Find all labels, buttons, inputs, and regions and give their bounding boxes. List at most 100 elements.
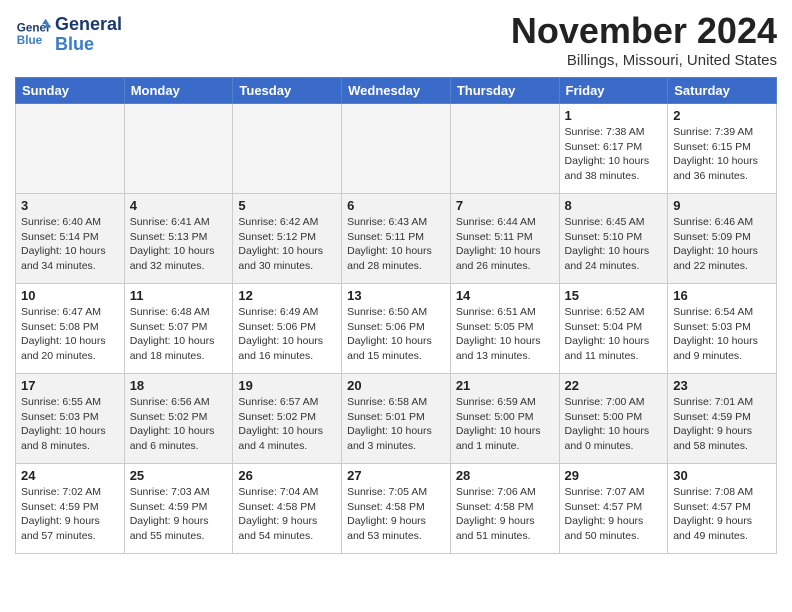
day-info: Sunrise: 6:50 AM Sunset: 5:06 PM Dayligh… [347, 305, 445, 364]
day-number: 26 [238, 468, 336, 483]
day-number: 6 [347, 198, 445, 213]
day-number: 28 [456, 468, 554, 483]
calendar-cell: 26 Sunrise: 7:04 AM Sunset: 4:58 PM Dayli… [233, 464, 342, 554]
calendar-cell: 3 Sunrise: 6:40 AM Sunset: 5:14 PM Daylig… [16, 194, 125, 284]
day-info: Sunrise: 6:52 AM Sunset: 5:04 PM Dayligh… [565, 305, 663, 364]
day-number: 29 [565, 468, 663, 483]
day-number: 16 [673, 288, 771, 303]
day-info: Sunrise: 6:42 AM Sunset: 5:12 PM Dayligh… [238, 215, 336, 274]
calendar-cell: 21Sunrise: 6:59 AM Sunset: 5:00 PM Dayli… [450, 374, 559, 464]
day-info: Sunrise: 6:55 AM Sunset: 5:03 PM Dayligh… [21, 395, 119, 454]
calendar-cell: 27Sunrise: 7:05 AM Sunset: 4:58 PM Dayli… [342, 464, 451, 554]
day-info: Sunrise: 6:40 AM Sunset: 5:14 PM Dayligh… [21, 215, 119, 274]
day-info: Sunrise: 7:04 AM Sunset: 4:58 PM Dayligh… [238, 485, 336, 544]
week-row-3: 10Sunrise: 6:47 AM Sunset: 5:08 PM Dayli… [16, 284, 777, 374]
logo-icon: General Blue [15, 17, 51, 53]
day-number: 15 [565, 288, 663, 303]
day-info: Sunrise: 6:59 AM Sunset: 5:00 PM Dayligh… [456, 395, 554, 454]
day-info: Sunrise: 6:58 AM Sunset: 5:01 PM Dayligh… [347, 395, 445, 454]
day-info: Sunrise: 6:57 AM Sunset: 5:02 PM Dayligh… [238, 395, 336, 454]
weekday-header-saturday: Saturday [668, 78, 777, 104]
day-number: 17 [21, 378, 119, 393]
calendar-cell: 22 Sunrise: 7:00 AM Sunset: 5:00 PM Dayli… [559, 374, 668, 464]
day-info: Sunrise: 7:02 AM Sunset: 4:59 PM Dayligh… [21, 485, 119, 544]
day-info: Sunrise: 7:38 AM Sunset: 6:17 PM Dayligh… [565, 125, 663, 184]
calendar-cell [233, 104, 342, 194]
calendar-cell: 8 Sunrise: 6:45 AM Sunset: 5:10 PM Daylig… [559, 194, 668, 284]
calendar-cell: 5 Sunrise: 6:42 AM Sunset: 5:12 PM Daylig… [233, 194, 342, 284]
day-info: Sunrise: 7:03 AM Sunset: 4:59 PM Dayligh… [130, 485, 228, 544]
day-info: Sunrise: 6:51 AM Sunset: 5:05 PM Dayligh… [456, 305, 554, 364]
day-number: 4 [130, 198, 228, 213]
day-info: Sunrise: 6:45 AM Sunset: 5:10 PM Dayligh… [565, 215, 663, 274]
calendar-cell: 14 Sunrise: 6:51 AM Sunset: 5:05 PM Dayli… [450, 284, 559, 374]
logo-text-blue: Blue [55, 35, 122, 55]
day-info: Sunrise: 7:08 AM Sunset: 4:57 PM Dayligh… [673, 485, 771, 544]
title-area: November 2024 Billings, Missouri, United… [511, 10, 777, 69]
calendar-cell: 1Sunrise: 7:38 AM Sunset: 6:17 PM Daylig… [559, 104, 668, 194]
day-info: Sunrise: 6:44 AM Sunset: 5:11 PM Dayligh… [456, 215, 554, 274]
calendar-cell: 28 Sunrise: 7:06 AM Sunset: 4:58 PM Dayli… [450, 464, 559, 554]
calendar-cell: 18Sunrise: 6:56 AM Sunset: 5:02 PM Dayli… [124, 374, 233, 464]
day-number: 12 [238, 288, 336, 303]
day-info: Sunrise: 7:00 AM Sunset: 5:00 PM Dayligh… [565, 395, 663, 454]
day-number: 30 [673, 468, 771, 483]
weekday-header-row: SundayMondayTuesdayWednesdayThursdayFrid… [16, 78, 777, 104]
calendar-cell: 19 Sunrise: 6:57 AM Sunset: 5:02 PM Dayli… [233, 374, 342, 464]
calendar: SundayMondayTuesdayWednesdayThursdayFrid… [15, 77, 777, 554]
day-number: 5 [238, 198, 336, 213]
calendar-cell: 2 Sunrise: 7:39 AM Sunset: 6:15 PM Daylig… [668, 104, 777, 194]
day-info: Sunrise: 7:01 AM Sunset: 4:59 PM Dayligh… [673, 395, 771, 454]
day-number: 7 [456, 198, 554, 213]
day-info: Sunrise: 6:47 AM Sunset: 5:08 PM Dayligh… [21, 305, 119, 364]
calendar-cell: 25 Sunrise: 7:03 AM Sunset: 4:59 PM Dayli… [124, 464, 233, 554]
day-number: 19 [238, 378, 336, 393]
calendar-cell: 7 Sunrise: 6:44 AM Sunset: 5:11 PM Daylig… [450, 194, 559, 284]
week-row-1: 1Sunrise: 7:38 AM Sunset: 6:17 PM Daylig… [16, 104, 777, 194]
day-number: 25 [130, 468, 228, 483]
day-info: Sunrise: 6:54 AM Sunset: 5:03 PM Dayligh… [673, 305, 771, 364]
calendar-cell: 11 Sunrise: 6:48 AM Sunset: 5:07 PM Dayli… [124, 284, 233, 374]
header: General Blue General Blue November 2024 … [15, 10, 777, 69]
calendar-cell: 4 Sunrise: 6:41 AM Sunset: 5:13 PM Daylig… [124, 194, 233, 284]
day-number: 20 [347, 378, 445, 393]
day-number: 2 [673, 108, 771, 123]
day-number: 11 [130, 288, 228, 303]
week-row-2: 3 Sunrise: 6:40 AM Sunset: 5:14 PM Daylig… [16, 194, 777, 284]
calendar-cell: 24 Sunrise: 7:02 AM Sunset: 4:59 PM Dayli… [16, 464, 125, 554]
location: Billings, Missouri, United States [511, 52, 777, 69]
calendar-cell: 23 Sunrise: 7:01 AM Sunset: 4:59 PM Dayli… [668, 374, 777, 464]
day-number: 8 [565, 198, 663, 213]
calendar-cell: 29 Sunrise: 7:07 AM Sunset: 4:57 PM Dayli… [559, 464, 668, 554]
calendar-cell [450, 104, 559, 194]
day-info: Sunrise: 7:07 AM Sunset: 4:57 PM Dayligh… [565, 485, 663, 544]
calendar-cell: 15 Sunrise: 6:52 AM Sunset: 5:04 PM Dayli… [559, 284, 668, 374]
week-row-4: 17 Sunrise: 6:55 AM Sunset: 5:03 PM Dayli… [16, 374, 777, 464]
weekday-header-wednesday: Wednesday [342, 78, 451, 104]
calendar-cell: 10Sunrise: 6:47 AM Sunset: 5:08 PM Dayli… [16, 284, 125, 374]
day-number: 14 [456, 288, 554, 303]
day-number: 23 [673, 378, 771, 393]
day-number: 9 [673, 198, 771, 213]
calendar-cell: 16 Sunrise: 6:54 AM Sunset: 5:03 PM Dayli… [668, 284, 777, 374]
logo-text-general: General [55, 15, 122, 35]
day-info: Sunrise: 6:46 AM Sunset: 5:09 PM Dayligh… [673, 215, 771, 274]
day-info: Sunrise: 6:49 AM Sunset: 5:06 PM Dayligh… [238, 305, 336, 364]
calendar-cell: 17 Sunrise: 6:55 AM Sunset: 5:03 PM Dayli… [16, 374, 125, 464]
weekday-header-thursday: Thursday [450, 78, 559, 104]
day-number: 24 [21, 468, 119, 483]
calendar-cell: 20 Sunrise: 6:58 AM Sunset: 5:01 PM Dayli… [342, 374, 451, 464]
day-number: 3 [21, 198, 119, 213]
calendar-cell: 6 Sunrise: 6:43 AM Sunset: 5:11 PM Daylig… [342, 194, 451, 284]
day-info: Sunrise: 6:48 AM Sunset: 5:07 PM Dayligh… [130, 305, 228, 364]
day-number: 18 [130, 378, 228, 393]
day-info: Sunrise: 6:43 AM Sunset: 5:11 PM Dayligh… [347, 215, 445, 274]
day-info: Sunrise: 6:41 AM Sunset: 5:13 PM Dayligh… [130, 215, 228, 274]
day-number: 22 [565, 378, 663, 393]
day-info: Sunrise: 7:39 AM Sunset: 6:15 PM Dayligh… [673, 125, 771, 184]
calendar-cell: 13Sunrise: 6:50 AM Sunset: 5:06 PM Dayli… [342, 284, 451, 374]
day-info: Sunrise: 7:06 AM Sunset: 4:58 PM Dayligh… [456, 485, 554, 544]
logo: General Blue General Blue [15, 15, 122, 55]
calendar-cell [124, 104, 233, 194]
day-number: 27 [347, 468, 445, 483]
